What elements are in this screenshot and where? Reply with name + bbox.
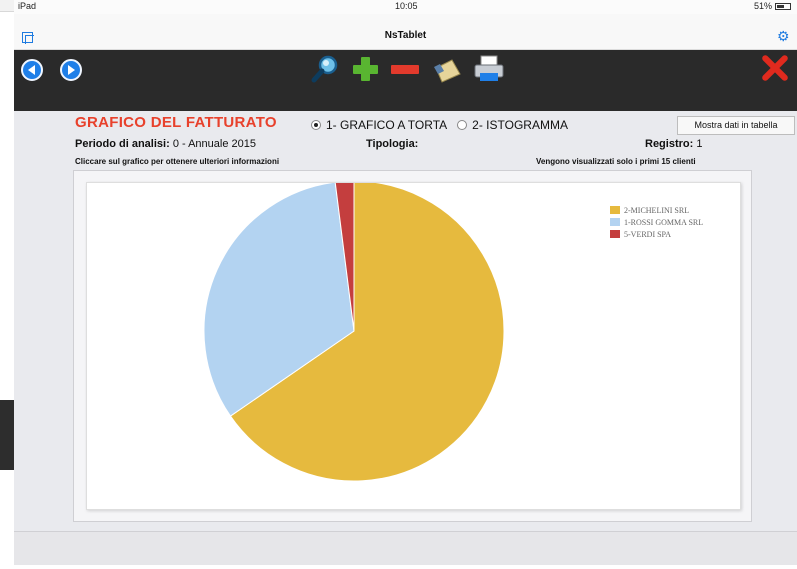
chart-area[interactable]: 2-MICHELINI SRL 1-ROSSI GOMMA SRL 5-VERDI … <box>86 182 741 510</box>
legend-swatch <box>610 206 620 214</box>
period-info: Periodo di analisi: 0 - Annuale 2015 <box>75 138 256 150</box>
period-value: 0 - Annuale 2015 <box>172 138 256 150</box>
toolbar <box>14 50 797 111</box>
window-title: NsTablet <box>384 30 427 41</box>
radio-pie-label[interactable]: 1- GRAFICO A TORTA <box>326 118 447 132</box>
print-icon[interactable] <box>472 54 506 84</box>
legend-item: 5-VERDI SPA <box>610 228 703 240</box>
radio-histogram[interactable] <box>457 120 468 130</box>
add-icon[interactable] <box>348 54 382 84</box>
close-icon[interactable] <box>758 53 792 83</box>
chart-type-selector: 1- GRAFICO A TORTA 2- ISTOGRAMMA <box>311 118 578 132</box>
remove-icon[interactable] <box>388 54 422 84</box>
legend-label: 5-VERDI SPA <box>624 229 672 239</box>
hint-text: Cliccare sul grafico per ottenere ulteri… <box>75 157 280 166</box>
legend-item: 2-MICHELINI SRL <box>610 204 703 216</box>
main-content: GRAFICO DEL FATTURATO 1- GRAFICO A TORTA… <box>14 111 797 531</box>
battery-icon <box>775 2 791 10</box>
register-label: Registro: <box>645 138 694 150</box>
radio-pie[interactable] <box>311 120 321 130</box>
clock: 10:05 <box>395 1 418 11</box>
legend-label: 1-ROSSI GOMMA SRL <box>624 217 704 227</box>
battery-status: 51% <box>754 1 791 11</box>
forward-icon[interactable] <box>60 59 82 81</box>
register-value: 1 <box>696 138 703 150</box>
radio-histogram-label[interactable]: 2- ISTOGRAMMA <box>472 118 568 132</box>
back-icon[interactable] <box>21 59 43 81</box>
register-info: Registro: 1 <box>645 138 702 150</box>
status-bar: iPad 10:05 51% <box>14 0 797 14</box>
chart-legend: 2-MICHELINI SRL 1-ROSSI GOMMA SRL 5-VERDI … <box>610 204 703 240</box>
legend-label: 2-MICHELINI SRL <box>624 205 690 215</box>
battery-percent: 51% <box>753 1 772 11</box>
edit-icon[interactable] <box>430 54 464 84</box>
title-bar: NsTablet ⚙ <box>14 14 797 50</box>
footer-bar <box>14 531 797 565</box>
legend-swatch <box>610 218 620 226</box>
legend-swatch <box>610 230 620 238</box>
period-label: Periodo di analisi: <box>75 138 170 150</box>
search-icon[interactable] <box>308 54 342 84</box>
chart-frame: 2-MICHELINI SRL 1-ROSSI GOMMA SRL 5-VERDI … <box>73 170 752 522</box>
device-label: iPad <box>18 1 37 11</box>
show-table-button[interactable]: Mostra dati in tabella <box>677 116 795 135</box>
clients-limit-note: Vengono visualizzati solo i primi 15 cli… <box>536 157 696 166</box>
type-label: Tipologia: <box>366 138 419 150</box>
page-title: GRAFICO DEL FATTURATO <box>75 114 277 131</box>
gear-icon[interactable]: ⚙ <box>777 29 791 43</box>
legend-item: 1-ROSSI GOMMA SRL <box>610 216 703 228</box>
